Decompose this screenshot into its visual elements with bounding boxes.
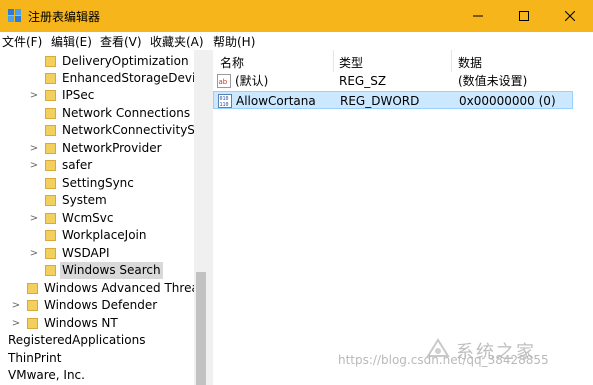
folder-icon (27, 318, 38, 329)
minimize-icon (473, 15, 483, 17)
folder-icon (45, 178, 56, 189)
column-divider[interactable] (451, 50, 452, 72)
chevron-right-icon[interactable]: > (29, 140, 39, 157)
dword-value-icon: 010 110 (218, 94, 232, 108)
tree-item-label: Windows Defender (44, 298, 158, 312)
menu-favorites[interactable]: 收藏夹(A) (150, 33, 204, 50)
value-name: AllowCortana (236, 94, 316, 108)
menu-bar: 文件(F) 编辑(E) 查看(V) 收藏夹(A) 帮助(H) (0, 32, 593, 50)
values-list[interactable]: 名称 类型 数据 ab (默认) REG_SZ (数值未设置) 010 110 … (213, 50, 593, 385)
chevron-right-icon[interactable]: > (11, 297, 21, 314)
value-name: (默认) (235, 74, 269, 88)
folder-icon (45, 265, 56, 276)
watermark-url: https://blog.csdn.net/qq_38428855 (338, 353, 549, 367)
tree-item-label: RegisteredApplications (8, 333, 146, 347)
folder-icon (45, 56, 56, 67)
close-button[interactable] (547, 0, 593, 32)
column-header-name[interactable]: 名称 (220, 54, 244, 71)
chevron-right-icon[interactable]: > (29, 245, 39, 262)
tree-item-label: NetworkProvider (62, 141, 162, 155)
menu-file[interactable]: 文件(F) (2, 33, 42, 50)
tree-item-label: NetworkConnectivityS (62, 123, 195, 137)
folder-icon (45, 230, 56, 241)
chevron-right-icon[interactable]: > (29, 210, 39, 227)
menu-edit[interactable]: 编辑(E) (51, 33, 92, 50)
svg-text:110: 110 (220, 102, 229, 108)
menu-view[interactable]: 查看(V) (100, 33, 142, 50)
close-icon (565, 11, 575, 21)
folder-icon (45, 160, 56, 171)
folder-icon (45, 213, 56, 224)
tree-item-label: WSDAPI (62, 246, 110, 260)
column-divider[interactable] (333, 50, 334, 72)
folder-icon (45, 108, 56, 119)
tree-item-label: EnhancedStorageDevic (62, 71, 202, 85)
value-type: REG_SZ (339, 74, 387, 88)
tree-item-label: WorkplaceJoin (62, 228, 147, 242)
registry-tree[interactable]: DeliveryOptimization EnhancedStorageDevi… (0, 50, 208, 385)
tree-item-label: ThinPrint (8, 351, 62, 365)
string-value-icon: ab (217, 74, 231, 88)
tree-item-label: System (62, 193, 107, 207)
folder-icon (27, 300, 38, 311)
window-title: 注册表编辑器 (28, 10, 101, 24)
folder-icon (45, 195, 56, 206)
value-row-selected[interactable]: 010 110 AllowCortana REG_DWORD 0x0000000… (213, 91, 573, 109)
folder-icon (45, 125, 56, 136)
folder-icon (45, 248, 56, 259)
column-header-data[interactable]: 数据 (458, 54, 482, 71)
title-bar: 注册表编辑器 (0, 0, 593, 32)
tree-item-label: VMware, Inc. (8, 368, 85, 382)
tree-item-label: Windows NT (44, 316, 118, 330)
regedit-app-icon (8, 9, 21, 22)
value-row[interactable]: ab (默认) REG_SZ (数值未设置) (213, 72, 573, 90)
chevron-right-icon[interactable]: > (29, 157, 39, 174)
value-data: (数值未设置) (458, 74, 528, 88)
tree-item-label: Windows Search (60, 262, 163, 279)
menu-help[interactable]: 帮助(H) (213, 33, 255, 50)
tree-item-label: SettingSync (62, 176, 134, 190)
tree-item-label: Windows Advanced Threa (44, 281, 199, 295)
folder-icon (45, 90, 56, 101)
maximize-button[interactable] (501, 0, 547, 32)
maximize-icon (519, 11, 529, 21)
tree-item-label: Network Connections (62, 106, 191, 120)
tree-item-label: safer (62, 158, 93, 172)
minimize-button[interactable] (455, 0, 501, 32)
folder-icon (27, 283, 38, 294)
tree-item-label: IPSec (62, 88, 95, 102)
value-type: REG_DWORD (340, 94, 420, 108)
value-data: 0x00000000 (0) (459, 94, 556, 108)
folder-icon (45, 73, 56, 84)
folder-icon (45, 143, 56, 154)
chevron-right-icon[interactable]: > (11, 315, 21, 332)
tree-item-label: WcmSvc (62, 211, 114, 225)
column-header-type[interactable]: 类型 (339, 54, 363, 71)
tree-scrollbar-thumb[interactable] (196, 272, 206, 385)
svg-text:ab: ab (219, 78, 228, 86)
tree-item-label: DeliveryOptimization (62, 54, 189, 68)
chevron-right-icon[interactable]: > (29, 87, 39, 104)
